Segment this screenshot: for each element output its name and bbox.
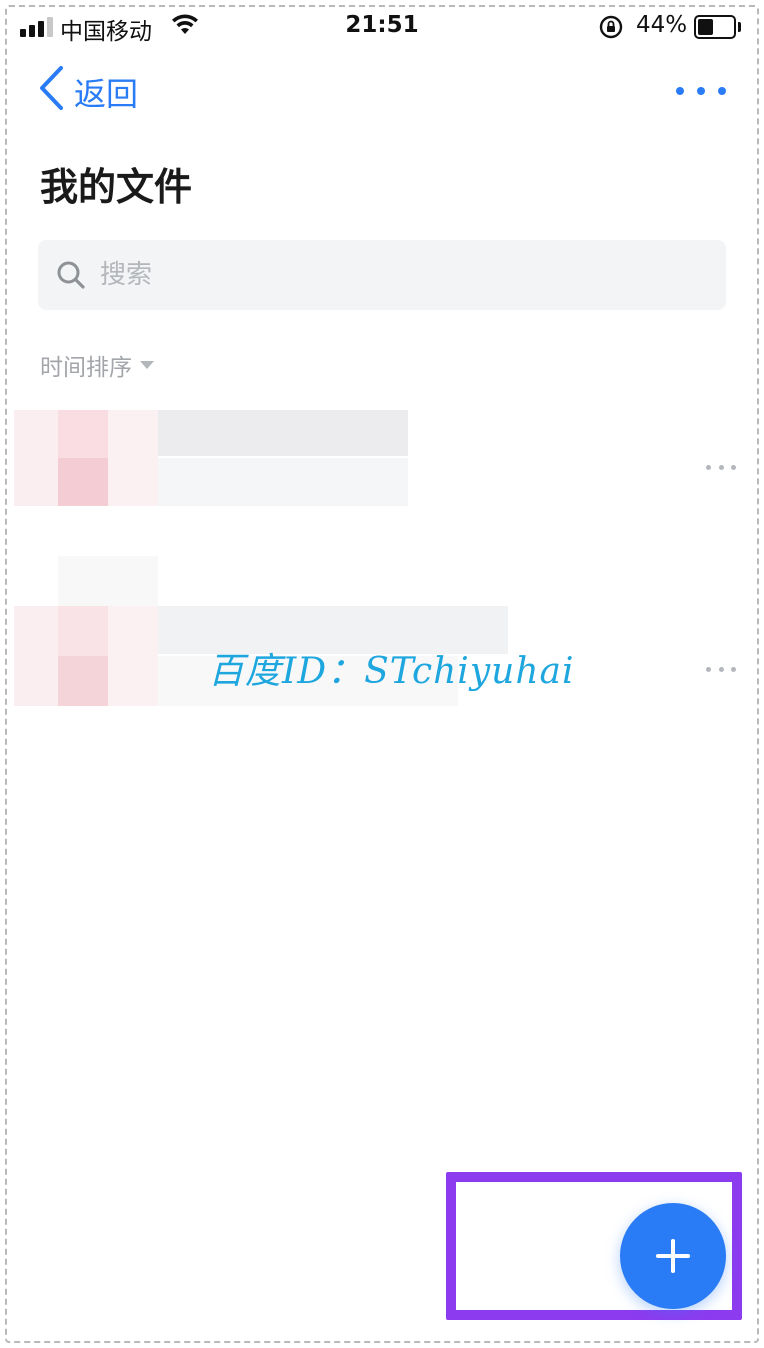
back-button[interactable]: 返回 bbox=[38, 66, 138, 118]
rotation-lock-icon bbox=[598, 14, 624, 44]
file-thumbnail bbox=[14, 410, 58, 506]
sort-dropdown[interactable]: 时间排序 bbox=[40, 348, 154, 382]
battery-percent: 44% bbox=[636, 12, 688, 38]
file-thumbnail bbox=[14, 606, 58, 706]
chevron-left-icon bbox=[38, 65, 64, 119]
search-input[interactable] bbox=[100, 240, 700, 310]
search-bar[interactable] bbox=[38, 240, 726, 310]
more-horizontal-icon bbox=[706, 666, 711, 672]
search-icon bbox=[56, 260, 86, 294]
battery-level bbox=[698, 19, 713, 35]
caret-down-icon bbox=[140, 361, 154, 369]
add-file-button[interactable] bbox=[620, 1203, 726, 1309]
battery-icon bbox=[694, 15, 736, 39]
status-bar: 中国移动 21:51 44% bbox=[0, 0, 764, 56]
file-row[interactable] bbox=[14, 406, 754, 516]
file-more-button[interactable] bbox=[706, 663, 736, 675]
file-more-button[interactable] bbox=[706, 461, 736, 473]
more-horizontal-icon bbox=[676, 87, 684, 95]
watermark-text: 百度ID：STchiyuhai bbox=[208, 651, 575, 692]
file-name-placeholder bbox=[158, 410, 408, 456]
more-horizontal-icon bbox=[706, 464, 711, 470]
more-options-button[interactable] bbox=[676, 76, 726, 106]
sort-label: 时间排序 bbox=[40, 355, 132, 381]
battery-cap bbox=[738, 22, 741, 32]
file-meta-placeholder bbox=[158, 458, 408, 506]
back-label: 返回 bbox=[74, 75, 139, 113]
page-title: 我的文件 bbox=[40, 165, 193, 209]
